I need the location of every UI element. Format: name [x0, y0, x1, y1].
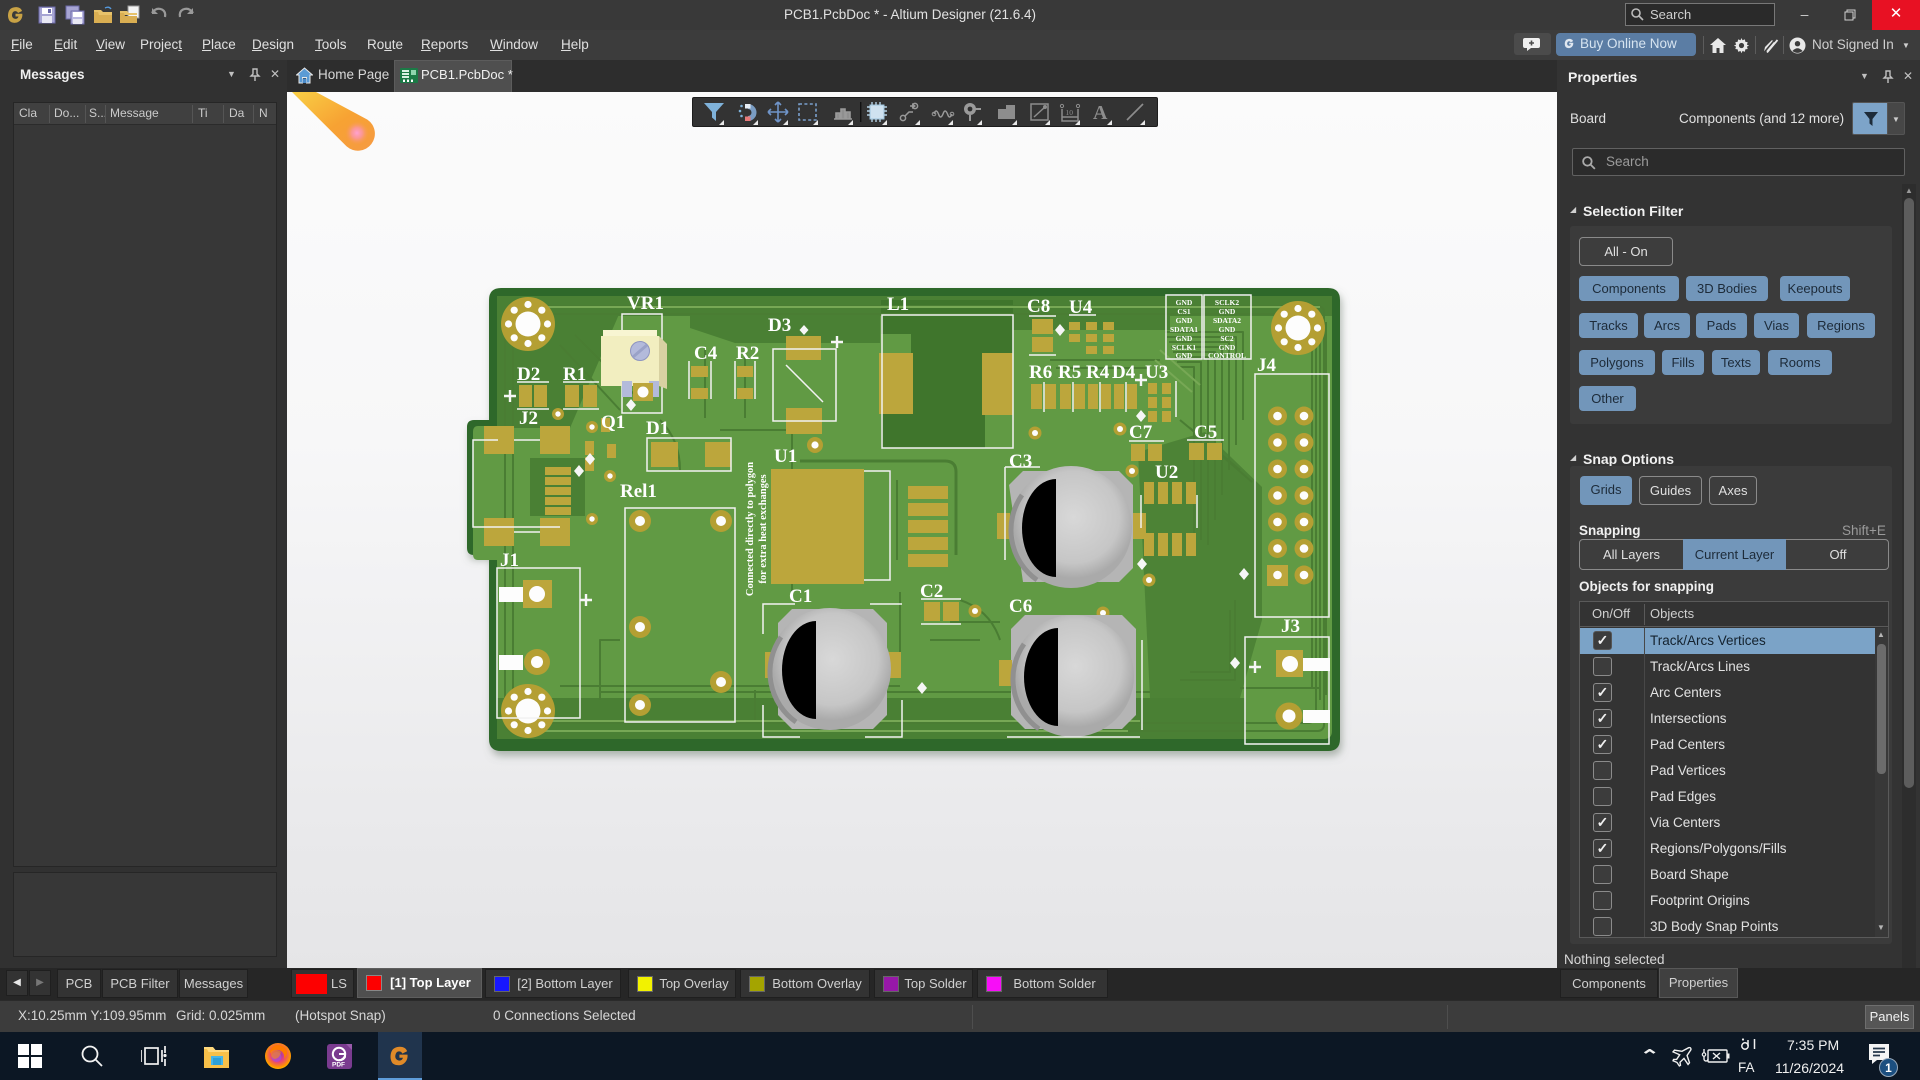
svg-text:J3: J3 — [1281, 616, 1300, 637]
svg-text:D4: D4 — [1112, 362, 1136, 383]
svg-text:C4: C4 — [694, 343, 718, 364]
svg-text:U2: U2 — [1155, 462, 1178, 483]
svg-text:Rel1: Rel1 — [620, 481, 657, 502]
svg-text:J1: J1 — [500, 550, 519, 571]
svg-text:R5: R5 — [1058, 362, 1081, 383]
svg-text:10: 10 — [1066, 108, 1074, 117]
svg-text:D2: D2 — [517, 364, 540, 385]
svg-text:GND: GND — [1219, 307, 1236, 316]
svg-text:D3: D3 — [768, 315, 791, 336]
svg-text:GND: GND — [1176, 316, 1193, 325]
svg-text:CONTROL: CONTROL — [1208, 351, 1246, 360]
svg-text:GND: GND — [1219, 325, 1236, 334]
svg-text:J2: J2 — [519, 408, 538, 429]
svg-text:C5: C5 — [1194, 422, 1217, 443]
svg-text:SCLK2: SCLK2 — [1215, 298, 1239, 307]
svg-text:D1: D1 — [646, 418, 669, 439]
svg-text:SC2: SC2 — [1220, 334, 1234, 343]
svg-text:C1: C1 — [789, 586, 812, 607]
svg-text:CS1: CS1 — [1177, 307, 1191, 316]
svg-text:L1: L1 — [887, 294, 909, 315]
svg-text:R4: R4 — [1086, 362, 1110, 383]
svg-text:for extra heat exchanges: for extra heat exchanges — [758, 474, 769, 583]
svg-text:C3: C3 — [1009, 451, 1032, 472]
svg-text:R6: R6 — [1029, 362, 1052, 383]
svg-text:C6: C6 — [1009, 596, 1032, 617]
svg-text:GND: GND — [1176, 351, 1193, 360]
svg-text:U3: U3 — [1145, 362, 1168, 383]
svg-text:U1: U1 — [774, 446, 797, 467]
svg-text:GND: GND — [1176, 298, 1193, 307]
svg-text:VR1: VR1 — [627, 293, 664, 314]
svg-text:A: A — [1093, 102, 1108, 124]
svg-text:Q1: Q1 — [601, 412, 625, 433]
svg-text:C7: C7 — [1129, 422, 1153, 443]
svg-text:PDF: PDF — [332, 1062, 345, 1069]
svg-text:C2: C2 — [920, 581, 943, 602]
svg-text:U4: U4 — [1069, 297, 1093, 318]
svg-text:J4: J4 — [1257, 355, 1277, 376]
svg-text:SDATA2: SDATA2 — [1213, 316, 1241, 325]
svg-text:R2: R2 — [736, 343, 759, 364]
svg-text:C8: C8 — [1027, 296, 1050, 317]
svg-text:GND: GND — [1176, 334, 1193, 343]
svg-text:Connected directly to polygon: Connected directly to polygon — [745, 462, 756, 596]
svg-text:R1: R1 — [563, 364, 586, 385]
svg-text:SDATA1: SDATA1 — [1170, 325, 1198, 334]
